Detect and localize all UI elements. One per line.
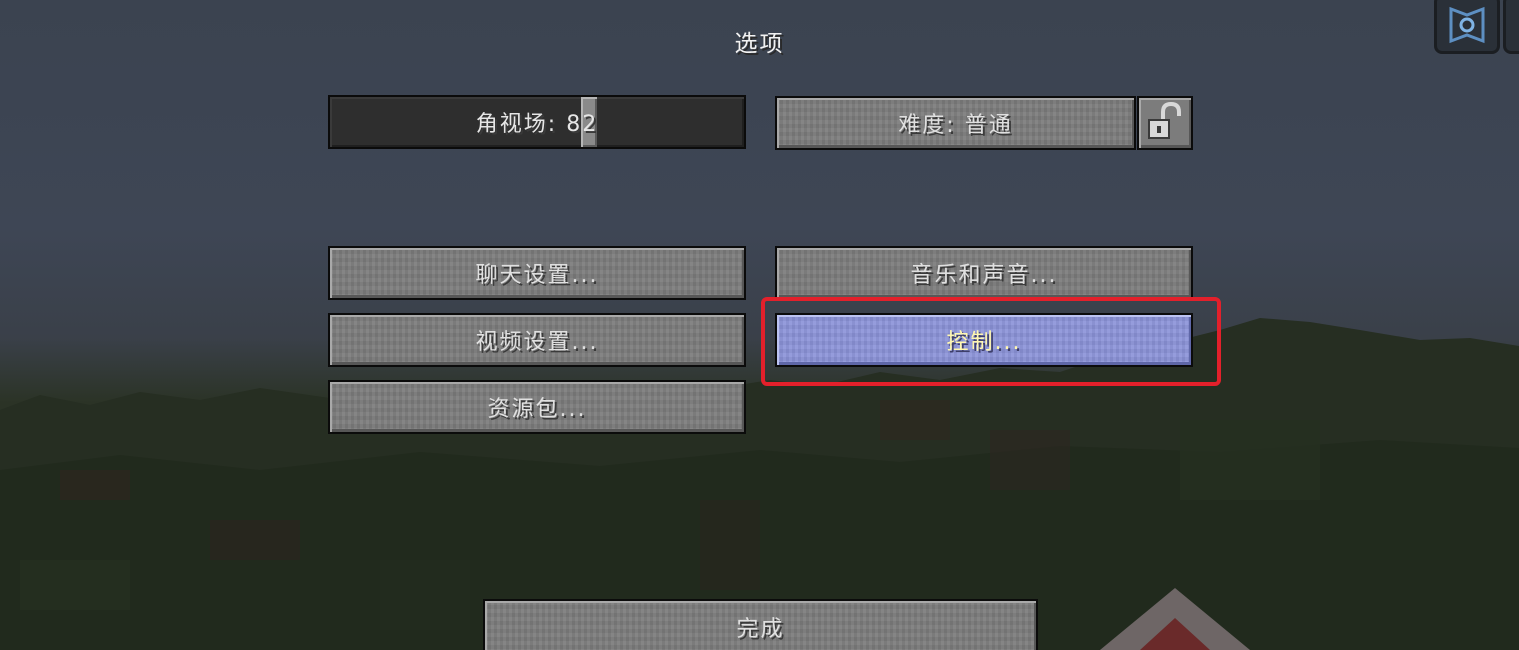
screen-title: 选项 [734, 31, 785, 57]
chat-settings-button[interactable]: 聊天设置... [328, 246, 746, 300]
difficulty-button[interactable]: 难度: 普通 [775, 96, 1136, 150]
world-background [0, 318, 1519, 650]
controls-highlight-annotation [761, 297, 1221, 386]
video-settings-button[interactable]: 视频设置... [328, 313, 746, 367]
difficulty-lock-button[interactable] [1137, 96, 1193, 150]
fov-slider[interactable]: 角视场: 82 [328, 95, 746, 149]
done-button[interactable]: 完成 [483, 599, 1038, 650]
music-sounds-button[interactable]: 音乐和声音... [775, 246, 1193, 300]
fov-slider-label: 角视场: 82 [475, 112, 599, 137]
unlocked-padlock-icon [1148, 101, 1181, 139]
minecraft-options-screen: 选项 角视场: 82 难度: 普通 聊天设置... 音乐和声音... 视频设置.… [0, 0, 1519, 650]
resource-packs-button[interactable]: 资源包... [328, 380, 746, 434]
